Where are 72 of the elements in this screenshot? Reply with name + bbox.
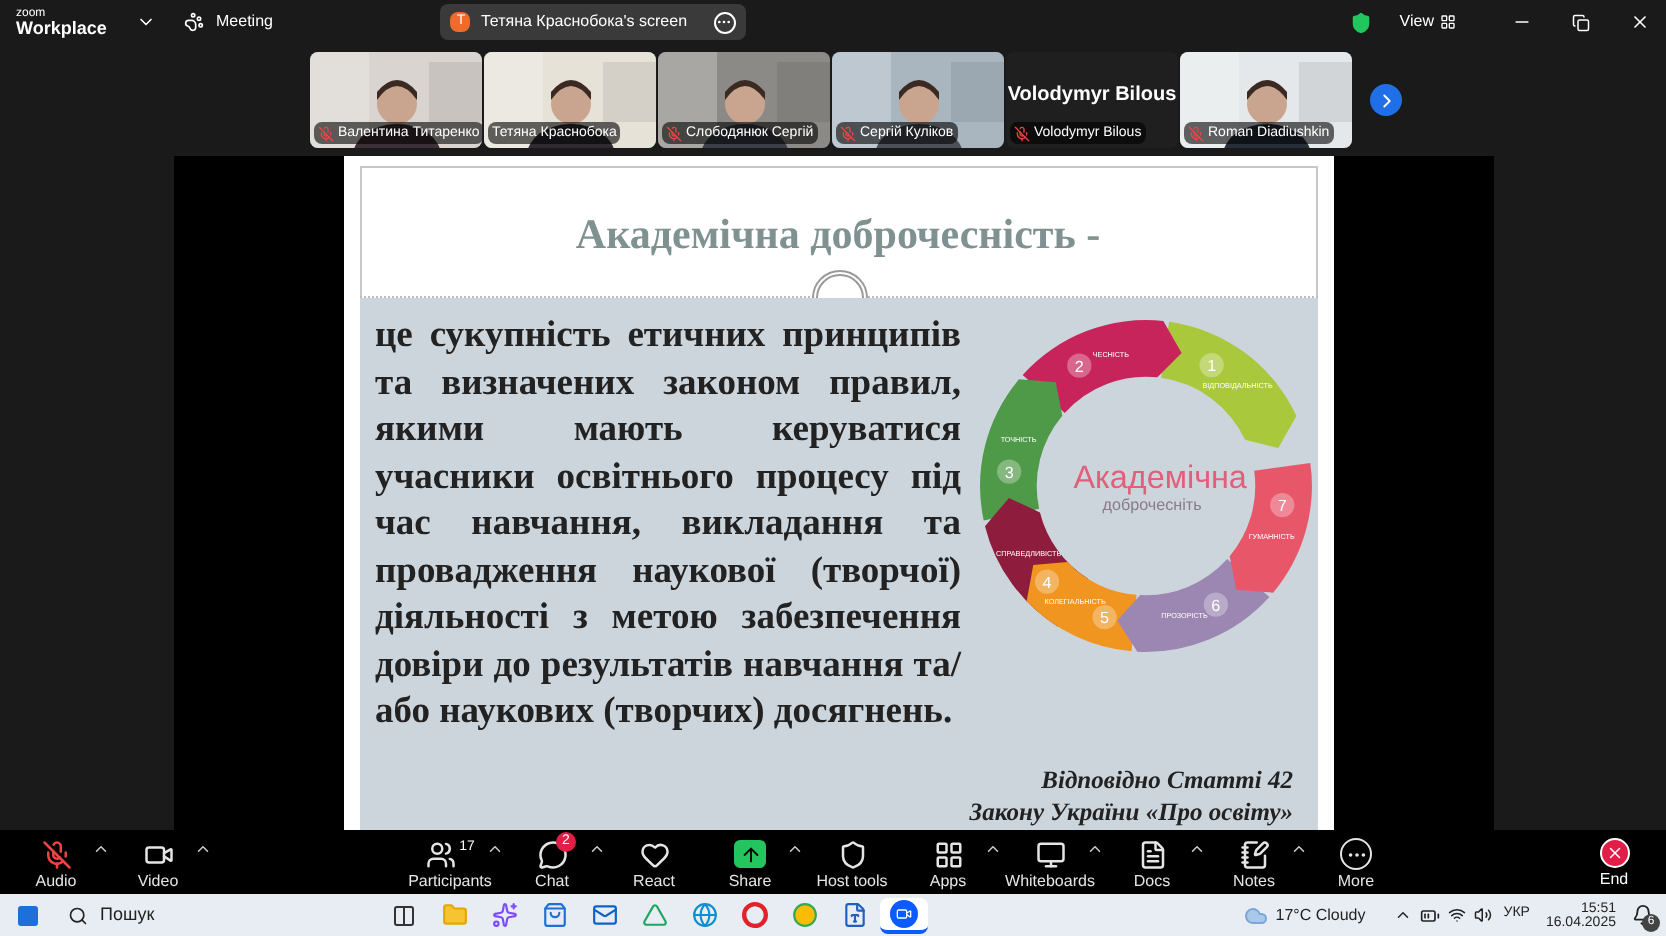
document-icon bbox=[1137, 839, 1167, 869]
search-icon bbox=[68, 905, 88, 925]
wifi-icon bbox=[1447, 906, 1466, 924]
screen-share-label: Тетяна Краснобока's screen bbox=[480, 10, 688, 34]
speaker-icon bbox=[1473, 906, 1492, 924]
toolbar-button[interactable]: Share bbox=[702, 830, 798, 890]
monitor-icon bbox=[1035, 839, 1065, 869]
shield-check-icon bbox=[1349, 11, 1372, 33]
caret-icon[interactable] bbox=[1188, 840, 1206, 858]
toolbar-button[interactable]: Apps bbox=[900, 830, 996, 890]
chevron-up-icon[interactable] bbox=[1393, 906, 1412, 924]
toolbar-button[interactable]: React bbox=[606, 830, 702, 890]
segment-number: 4 bbox=[1041, 573, 1051, 592]
view-button[interactable]: View bbox=[1399, 10, 1456, 34]
segment-number: 6 bbox=[1210, 596, 1220, 615]
caret-icon[interactable] bbox=[1290, 840, 1308, 858]
toolbar-button[interactable]: More bbox=[1308, 830, 1404, 890]
reference-text: Закону України «Про освіту» bbox=[969, 796, 1293, 828]
caret-icon[interactable] bbox=[786, 840, 804, 858]
cloud-icon bbox=[1243, 903, 1268, 927]
caret-icon[interactable] bbox=[194, 840, 212, 858]
caret-icon[interactable] bbox=[588, 840, 606, 858]
notebook-icon bbox=[1239, 839, 1269, 869]
number-circle bbox=[1033, 569, 1059, 594]
reference-text: Відповідно Статті 42 bbox=[1041, 764, 1293, 796]
weather-text: 17°C Cloudy bbox=[1275, 903, 1366, 927]
camera-icon[interactable] bbox=[880, 897, 928, 933]
number-circle bbox=[1198, 352, 1223, 378]
toolbar-button[interactable]: Docs bbox=[1104, 830, 1200, 890]
toolbar-button[interactable]: Whiteboards bbox=[1002, 830, 1098, 890]
segment-number: 2 bbox=[1073, 357, 1083, 376]
toolbar-button[interactable]: Audio bbox=[8, 830, 104, 890]
next-page-button[interactable] bbox=[1370, 84, 1402, 116]
caret-icon[interactable] bbox=[92, 840, 110, 858]
slide-title: Академічна доброчесність - bbox=[575, 207, 1101, 262]
people-icon bbox=[425, 839, 456, 869]
toolbar-button[interactable]: Host tools bbox=[804, 830, 900, 890]
diagram-title: Академічна bbox=[1072, 460, 1246, 496]
diagram-subtitle: доброчесніть bbox=[1101, 496, 1201, 515]
meeting-label: Meeting bbox=[216, 10, 273, 34]
restore-icon[interactable] bbox=[1572, 13, 1590, 31]
grid-icon bbox=[1440, 14, 1456, 30]
participant-display-name: Volodymyr Bilous bbox=[1007, 82, 1177, 110]
caret-icon[interactable] bbox=[1086, 840, 1104, 858]
definition-paragraph: це сукупність етичних принципів та визначених законом правил, якими мають керуватися учасники освітнього процесу під час навчання, викладання та провадження наукової (творчої) діяльності з метою забезпечення довіри до результатів навчання та/або наукових (творчих) досягнень. bbox=[375, 314, 961, 736]
number-circle bbox=[1202, 592, 1227, 617]
number-circle bbox=[1091, 605, 1116, 630]
battery-icon bbox=[1419, 905, 1440, 925]
paw-icon bbox=[184, 12, 204, 32]
segment-number: 3 bbox=[1003, 463, 1013, 482]
windows-logo-icon[interactable] bbox=[16, 903, 40, 927]
close-icon bbox=[1605, 844, 1623, 862]
segment-number: 1 bbox=[1206, 357, 1216, 376]
number-circle bbox=[996, 459, 1021, 484]
logo-text: Workplace bbox=[16, 19, 104, 37]
close-icon[interactable] bbox=[1630, 12, 1650, 32]
search-field[interactable]: Пошук bbox=[60, 898, 360, 932]
toolbar-button[interactable]: Notes bbox=[1206, 830, 1302, 890]
more-icon[interactable] bbox=[713, 11, 736, 33]
segment-number: 7 bbox=[1276, 497, 1286, 516]
shield-icon bbox=[837, 839, 867, 869]
number-circle bbox=[1269, 493, 1294, 518]
number-circle bbox=[1066, 353, 1091, 378]
end-button[interactable]: End bbox=[1574, 830, 1654, 888]
toolbar-button[interactable]: Video bbox=[110, 830, 206, 890]
caret-icon[interactable] bbox=[984, 840, 1002, 858]
apps-icon bbox=[933, 839, 963, 869]
more-icon bbox=[1340, 838, 1372, 870]
heart-icon bbox=[639, 839, 669, 869]
share-icon bbox=[734, 840, 766, 868]
caret-icon[interactable] bbox=[486, 840, 504, 858]
segment-number: 5 bbox=[1099, 609, 1109, 628]
